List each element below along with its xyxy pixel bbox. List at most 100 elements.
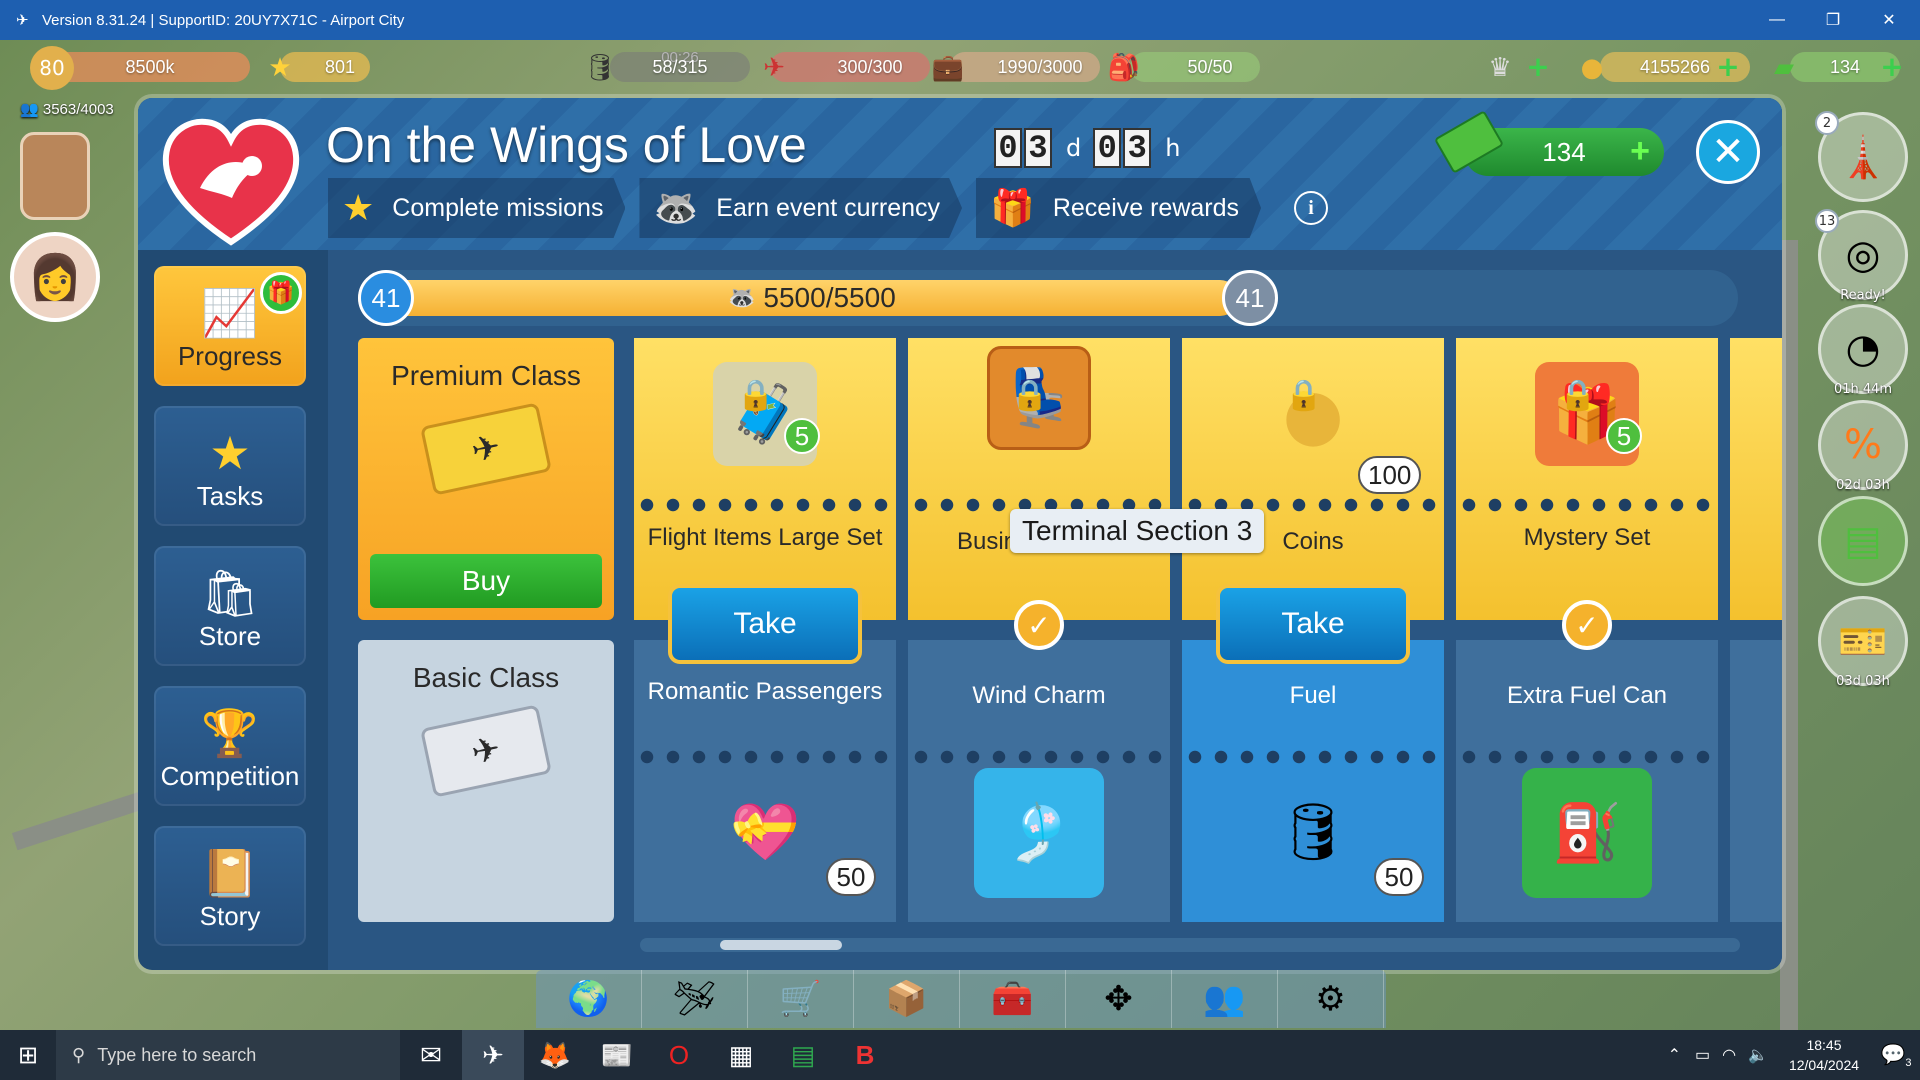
dotted-divider (1182, 750, 1444, 764)
friends-icon[interactable]: 👥 (1172, 970, 1278, 1028)
settings-gear-icon[interactable]: ⚙ (1278, 970, 1384, 1028)
cash-stack-icon: ▤ (1844, 518, 1882, 564)
app-icon: ✈ (16, 12, 29, 29)
premium-reward-name: Flight Items Large Set (647, 524, 883, 551)
discount-button[interactable]: % 02d 03h (1818, 400, 1908, 493)
horizontal-scrollbar[interactable] (640, 938, 1740, 952)
mail-app-icon[interactable]: ✉ (400, 1030, 462, 1080)
radar-badge: 13 (1815, 209, 1839, 233)
take-button[interactable]: Take (1216, 584, 1410, 664)
premium-reward-cell[interactable]: 💺 🔒 Business Class (908, 338, 1170, 620)
population-counter[interactable]: 👥 3563/4003 (20, 100, 114, 118)
crew-counter[interactable]: 50/50 (1130, 52, 1260, 82)
level-right: 41 (1222, 270, 1278, 326)
ticket-offer-button[interactable]: 🎫 03d 03h (1818, 596, 1908, 689)
add-cash-icon[interactable]: + (1630, 132, 1650, 171)
hours-digit-1: 0 (1093, 128, 1122, 168)
reward-column-1: 🧳 🔒 5 Flight Items Large Set Take 💝 50 R… (634, 338, 896, 922)
nav-label: Store (198, 621, 262, 651)
taskbar-search[interactable]: ⚲ Type here to search (56, 1030, 400, 1080)
treasure-chest-icon[interactable]: 🧰 (960, 970, 1066, 1028)
nav-store[interactable]: 🛍 Store (154, 546, 306, 666)
passengers-value: 1990/3000 (997, 56, 1083, 77)
windows-start-icon[interactable]: ⊞ (0, 1030, 56, 1080)
globe-plane-icon[interactable]: 🌍 (536, 970, 642, 1028)
hangar-icon[interactable]: 🛩 (642, 970, 748, 1028)
book-icon: 📔 (201, 847, 259, 899)
minimize-button[interactable]: — (1750, 0, 1804, 40)
lock-icon: 🔒 (1011, 378, 1049, 413)
nav-competition[interactable]: 🏆 Competition (154, 686, 306, 806)
event-cash-value: 134 (1542, 136, 1586, 167)
scrollbar-thumb[interactable] (720, 940, 842, 950)
premium-reward-cell[interactable]: 🎁 🔒 5 Mystery Set (1456, 338, 1718, 620)
days-digit-1: 0 (994, 128, 1022, 168)
close-panel-button[interactable]: ✕ (1696, 120, 1760, 184)
firefox-icon[interactable]: 🦊 (524, 1030, 586, 1080)
advisor-avatar[interactable]: 👩 (10, 232, 100, 322)
close-icon: ✕ (1711, 129, 1745, 175)
premium-reward-cell[interactable] (1730, 338, 1782, 620)
event-cash-counter[interactable]: 134 + (1433, 110, 1664, 176)
cash-offer-button[interactable]: ▤ (1818, 496, 1908, 586)
close-window-button[interactable]: ✕ (1862, 0, 1916, 40)
event-steps: ★ Complete missions 🦝 Earn event currency … (328, 178, 1275, 238)
restore-button[interactable]: ❐ (1806, 0, 1860, 40)
step-receive-rewards: 🎁 Receive rewards (976, 178, 1262, 238)
xp-bar[interactable]: 8500k (50, 52, 250, 82)
event-currency-icon: 🦝 (728, 285, 756, 310)
chevron-up-icon[interactable]: ⌃ (1668, 1045, 1681, 1065)
wifi-icon[interactable]: ◠ (1722, 1045, 1736, 1065)
ticket-icon: 🎫 (1838, 618, 1888, 665)
volume-icon[interactable]: 🔈 (1748, 1045, 1768, 1065)
nav-story[interactable]: 📔 Story (154, 826, 306, 946)
shop-cart-icon[interactable]: 🛒 (748, 970, 854, 1028)
crown-icon[interactable]: ♛ (1478, 46, 1522, 90)
b-app-icon[interactable]: B (834, 1030, 896, 1080)
outlook-icon[interactable]: 📰 (586, 1030, 648, 1080)
opera-icon[interactable]: O (648, 1030, 710, 1080)
premium-reward-cell[interactable]: ● 🔒 100 Coins (1182, 338, 1444, 620)
cash-plus-icon[interactable]: + (1880, 53, 1904, 81)
store-icon[interactable]: ▦ (710, 1030, 772, 1080)
sheets-icon[interactable]: ▤ (772, 1030, 834, 1080)
xp-value: 8500k (125, 56, 175, 77)
passengers-counter[interactable]: 1990/3000 (950, 52, 1100, 82)
coins-plus-icon[interactable]: + (1716, 53, 1740, 81)
raccoon-icon: 🦝 (653, 187, 699, 228)
crown-plus-icon[interactable]: + (1526, 53, 1550, 81)
notification-count: 3 (1905, 1056, 1912, 1069)
basic-reward-cell[interactable] (1730, 640, 1782, 922)
radar-icon: ◎ (1845, 232, 1881, 278)
clock[interactable]: 18:45 12/04/2024 (1776, 1035, 1872, 1075)
move-arrows-icon[interactable]: ✥ (1066, 970, 1172, 1028)
hours-digit-2: 3 (1123, 128, 1152, 168)
population-value: 3563/4003 (42, 101, 114, 118)
notifications-icon[interactable]: 💬3 (1872, 1042, 1920, 1069)
nav-progress[interactable]: 🎁 📈 Progress (154, 266, 306, 386)
info-button[interactable]: i (1294, 191, 1328, 225)
battery-icon[interactable]: ▭ (1695, 1045, 1710, 1065)
planner-book-icon[interactable] (20, 132, 90, 220)
airport-city-app-icon[interactable]: ✈ (462, 1030, 524, 1080)
buy-premium-button[interactable]: Buy (370, 554, 602, 608)
gauge-button[interactable]: ◔ 01h 44m (1818, 304, 1908, 397)
premium-reward-cell[interactable]: 🧳 🔒 5 Flight Items Large Set (634, 338, 896, 620)
control-tower-button[interactable]: 🗼 2 (1815, 111, 1908, 202)
nav-label: Story (199, 901, 261, 931)
golden-ticket-icon: ✈ (420, 402, 552, 496)
nav-tasks[interactable]: ★ Tasks (154, 406, 306, 526)
take-button[interactable]: Take (668, 584, 862, 664)
gauge-icon: ◔ (1845, 326, 1881, 372)
level-badge[interactable]: 80 (30, 46, 74, 90)
radar-status: Ready! (1840, 288, 1886, 303)
crate-icon[interactable]: 📦 (854, 970, 960, 1028)
dotted-divider (634, 750, 896, 764)
reward-column-2: 💺 🔒 Business Class ✓ 🎐 Wind Charm (908, 338, 1170, 922)
windows-taskbar: ⊞ ⚲ Type here to search ✉ ✈ 🦊 📰 O ▦ ▤ B … (0, 1030, 1920, 1080)
window-title: Version 8.31.24 | SupportID: 20UY7X71C -… (42, 11, 405, 29)
fuel-counter[interactable]: 58/315 (610, 52, 750, 82)
qty-badge: 50 (1374, 858, 1424, 896)
radar-button[interactable]: ◎ 13 Ready! (1815, 209, 1908, 303)
fuel-barrel-icon: 🛢 (583, 53, 617, 83)
